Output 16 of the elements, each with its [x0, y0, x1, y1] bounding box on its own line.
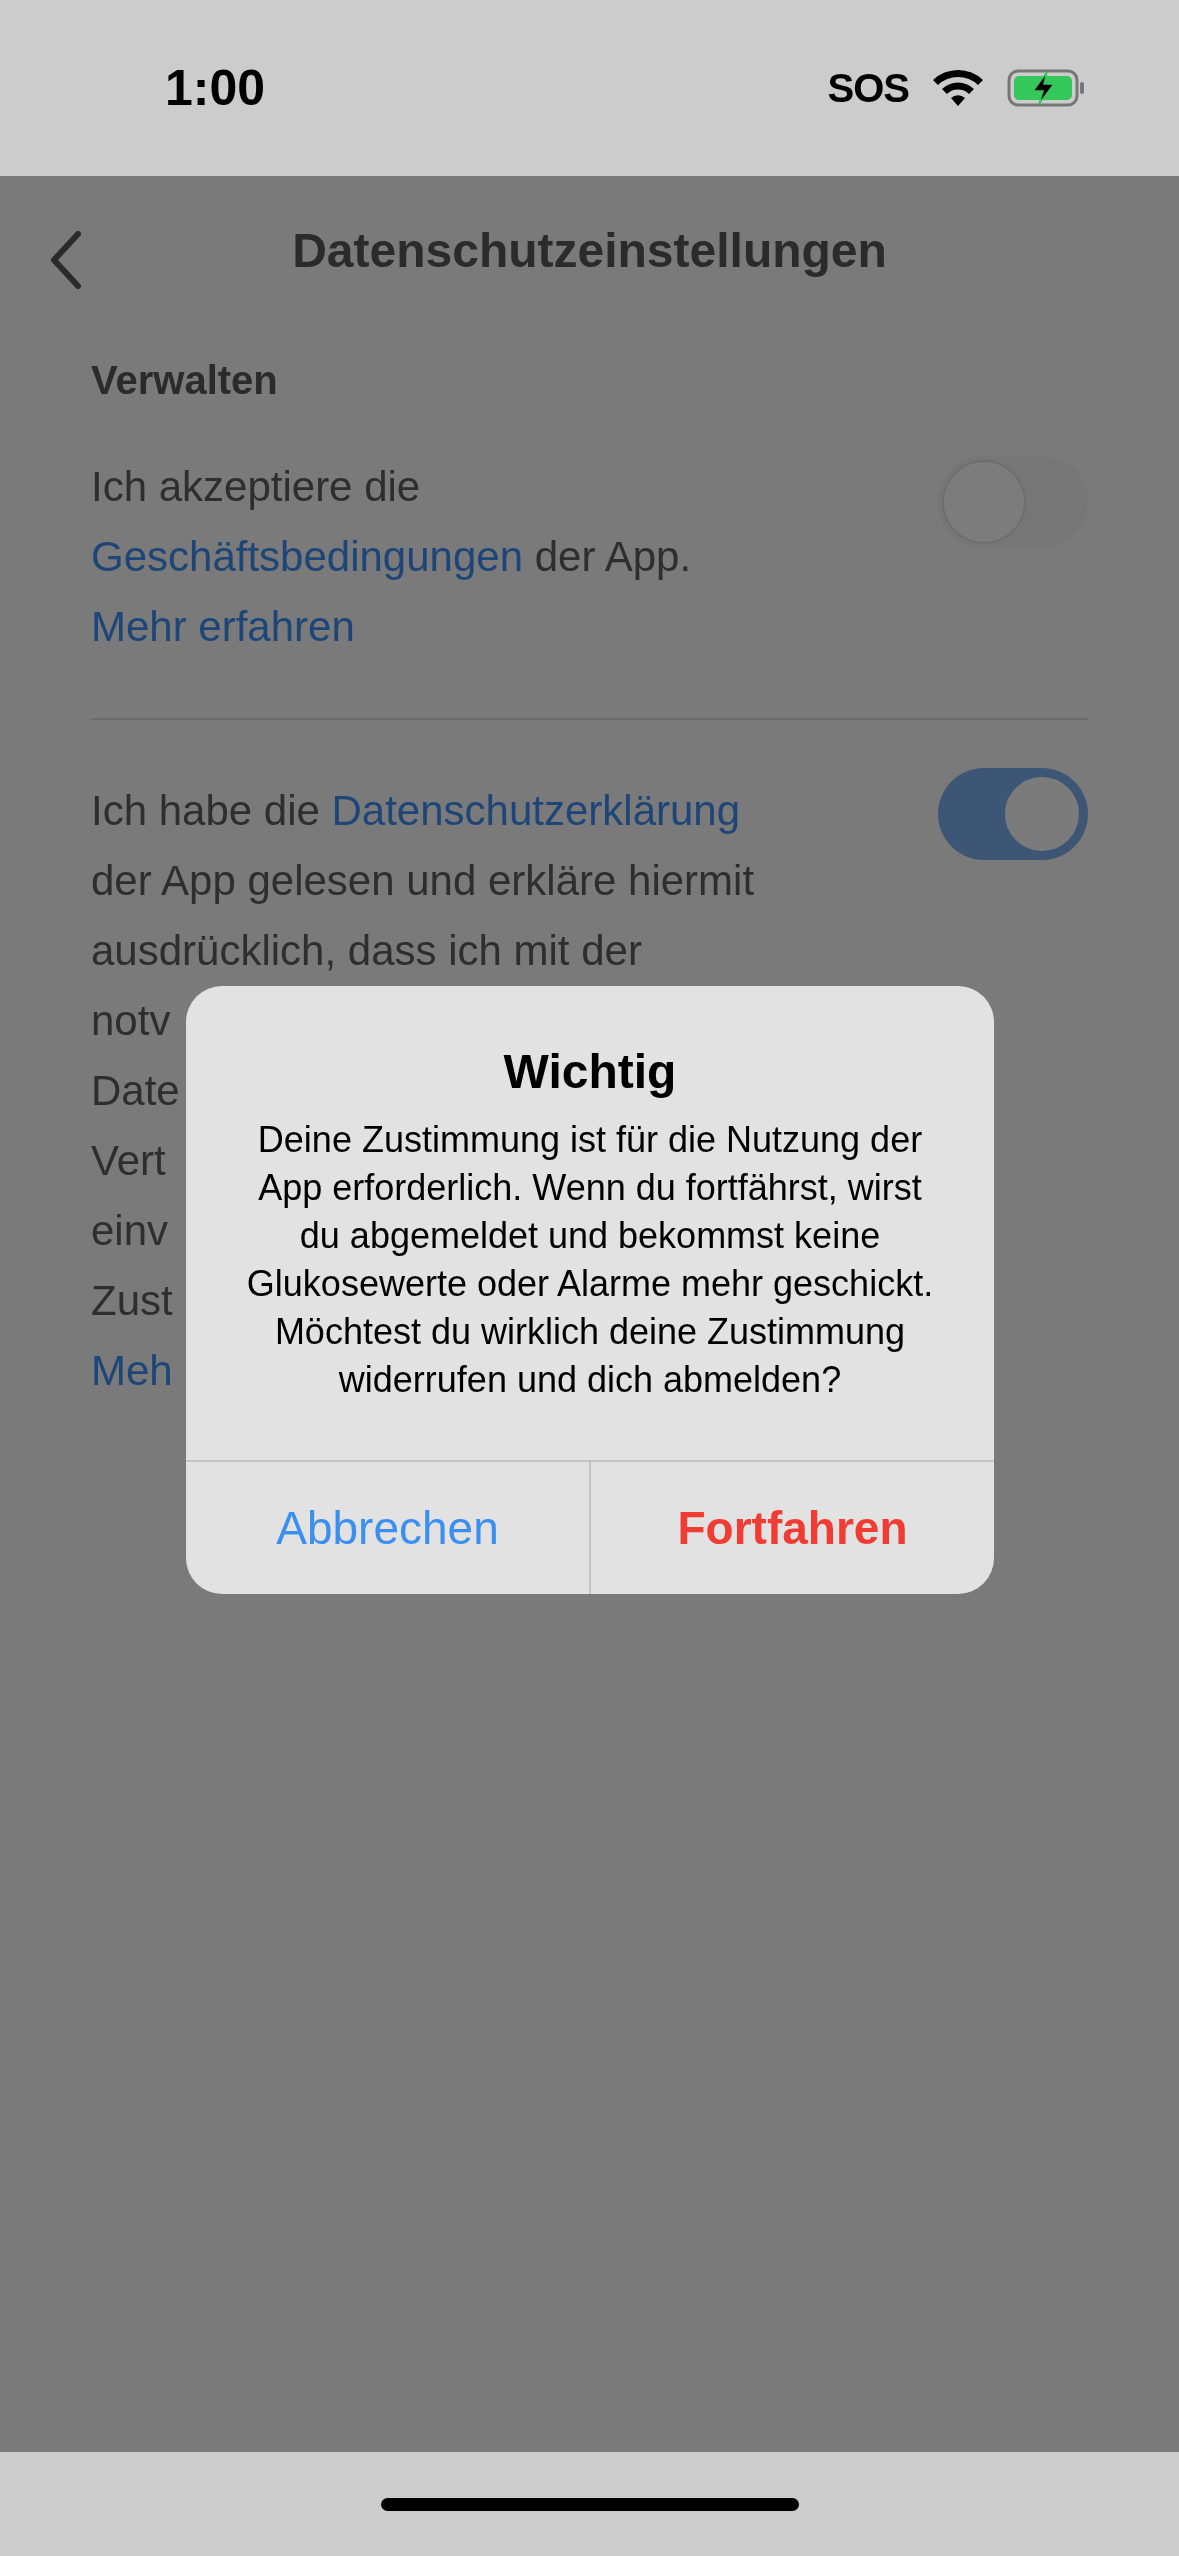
dialog-title: Wichtig — [503, 1044, 677, 1100]
sos-indicator: SOS — [827, 65, 909, 112]
consent-text: Ich akzeptiere die Geschäftsbedingungen der App. Mehr erfahren — [91, 462, 692, 652]
battery-charging-icon — [1007, 68, 1087, 108]
wifi-icon — [931, 68, 985, 108]
link[interactable]: Mehr erfahren — [91, 603, 355, 650]
section-heading: Verwalten — [91, 357, 279, 404]
link[interactable]: Datenschutzerklärung — [331, 787, 741, 834]
continue-button[interactable]: Fortfahren — [589, 1462, 994, 1594]
home-indicator[interactable] — [380, 2497, 799, 2511]
cancel-button[interactable]: Abbrechen — [186, 1462, 589, 1594]
status-time: 1:00 — [165, 58, 266, 118]
dialog-message: Deine Zustimmung ist für die Nutzung der App erforderlich. Wenn du fortfährst, wirst du abgemeldet und bekommst keine Glukosewerte oder Alarme mehr geschickt. Möchtest du wirklich deine Zustimmung widerrufen und dich abmelden? — [245, 1118, 935, 1402]
screen-title: Datenschutzeinstellungen — [292, 223, 887, 279]
link[interactable]: Geschäftsbedingungen — [91, 533, 523, 580]
link[interactable]: Meh — [91, 1347, 173, 1394]
